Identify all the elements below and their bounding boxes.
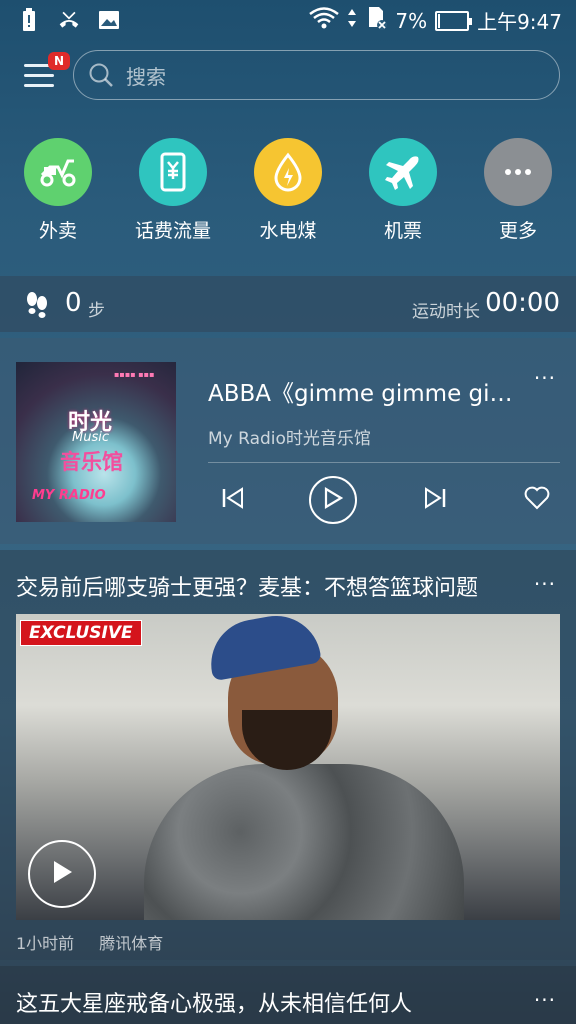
news-video-thumbnail[interactable]: EXCLUSIVE — [16, 614, 560, 920]
next-track-button[interactable] — [420, 486, 450, 514]
play-button[interactable] — [309, 476, 357, 524]
search-input[interactable]: 搜索 — [73, 50, 560, 100]
quick-action-more[interactable]: 更多 — [468, 138, 568, 243]
news-title[interactable]: 这五大星座戒备心极强，从未相信任何人 — [16, 986, 494, 1018]
step-count: 0 — [65, 288, 82, 318]
news-more-button[interactable]: ··· — [534, 572, 556, 596]
exercise-duration-label: 运动时长 — [412, 302, 480, 322]
quick-action-label: 水电煤 — [259, 220, 317, 242]
airplane-icon — [369, 138, 437, 206]
status-bar: 7% 上午9:47 — [0, 0, 576, 40]
battery-icon — [435, 10, 473, 31]
artist-name: My Radio时光音乐馆 — [208, 429, 371, 449]
news-more-button[interactable]: ··· — [534, 988, 556, 1012]
quick-action-takeout[interactable]: 外卖 — [8, 138, 108, 243]
thumbnail-person-beard — [242, 710, 332, 770]
album-brand: MY RADIO — [32, 488, 106, 503]
menu-button[interactable]: N — [24, 52, 70, 96]
play-icon — [50, 859, 74, 889]
news-source: 腾讯体育 — [99, 934, 164, 953]
album-logo-text: ▪▪▪▪ ▪▪▪ — [114, 370, 155, 379]
like-button[interactable] — [522, 486, 552, 514]
album-title-line2: Music — [72, 430, 109, 445]
news-card[interactable]: 这五大星座戒备心极强，从未相信任何人 ··· — [0, 966, 576, 1024]
quick-actions: 外卖 话费流量 水电煤 机票 更多 — [0, 138, 576, 248]
exercise-duration-value: 00:00 — [485, 288, 560, 318]
song-title[interactable]: ABBA《gimme gimme gimme》 — [208, 374, 518, 408]
play-icon — [323, 487, 344, 513]
water-drop-icon — [254, 138, 322, 206]
skip-previous-icon — [220, 487, 246, 513]
notification-badge: N — [48, 52, 70, 70]
alert-icon — [18, 8, 40, 32]
heart-icon — [524, 486, 550, 514]
news-title[interactable]: 交易前后哪支骑士更强？麦基：不想答篮球问题 — [16, 570, 494, 602]
thumbnail-person-body — [144, 764, 464, 920]
divider — [208, 462, 560, 463]
album-art[interactable]: ▪▪▪▪ ▪▪▪ 时光 Music 音乐馆 MY RADIO — [16, 362, 176, 522]
quick-action-flights[interactable]: 机票 — [353, 138, 453, 243]
exclusive-badge: EXCLUSIVE — [20, 620, 142, 646]
previous-track-button[interactable] — [218, 486, 248, 514]
news-meta: 1小时前 腾讯体育 — [16, 930, 183, 954]
quick-action-label: 更多 — [498, 220, 537, 242]
sd-card-icon — [365, 6, 388, 35]
footprints-icon — [24, 291, 50, 323]
news-card[interactable]: 交易前后哪支骑士更强？麦基：不想答篮球问题 ··· EXCLUSIVE 1小时前… — [0, 550, 576, 960]
missed-call-icon — [58, 8, 80, 32]
phone-yuan-icon — [139, 138, 207, 206]
data-arrows-icon — [347, 7, 357, 34]
skip-next-icon — [422, 487, 448, 513]
quick-action-utilities[interactable]: 水电煤 — [238, 138, 338, 243]
wifi-icon — [309, 7, 340, 34]
more-icon — [484, 138, 552, 206]
clock: 上午9:47 — [477, 10, 562, 34]
video-play-button[interactable] — [28, 840, 96, 908]
scooter-icon — [24, 138, 92, 206]
search-icon — [88, 62, 114, 88]
quick-action-label: 机票 — [383, 220, 422, 242]
album-title-line3: 音乐馆 — [60, 450, 123, 474]
quick-action-label: 外卖 — [38, 220, 77, 242]
music-card[interactable]: ▪▪▪▪ ▪▪▪ 时光 Music 音乐馆 MY RADIO ABBA《gimm… — [0, 338, 576, 544]
step-unit: 步 — [88, 301, 105, 321]
search-placeholder: 搜索 — [126, 64, 166, 89]
music-more-button[interactable]: ··· — [534, 366, 556, 390]
news-time: 1小时前 — [16, 934, 75, 953]
quick-action-phone-bill[interactable]: 话费流量 — [123, 138, 223, 243]
quick-action-label: 话费流量 — [134, 220, 211, 242]
step-counter-bar[interactable]: 0 步 运动时长 00:00 — [0, 276, 576, 332]
image-icon — [98, 8, 120, 32]
battery-percent: 7% — [395, 8, 428, 33]
